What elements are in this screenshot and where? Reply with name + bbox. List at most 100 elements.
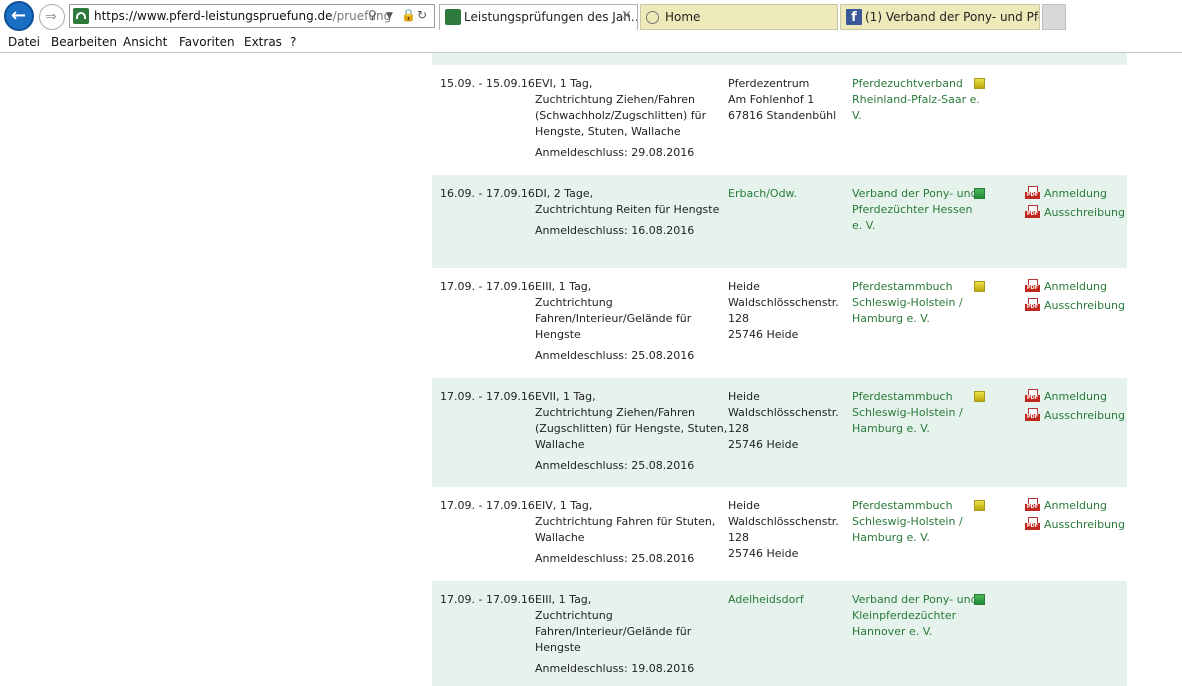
event-type: EIV, 1 Tag, Zuchtrichtung Fahren für Stut… (535, 498, 720, 567)
location-line: Heide (728, 280, 760, 293)
event-location[interactable]: Adelheidsdorf (728, 592, 843, 608)
pdf-label: PDF (1025, 523, 1040, 530)
lock-icon[interactable]: 🔒 (401, 8, 416, 22)
document-links: PDF Anmeldung PDF Ausschreibung (1025, 279, 1125, 317)
type-line: Zuchtrichtung Reiten für Hengste (535, 203, 720, 216)
close-icon[interactable]: × (621, 8, 632, 23)
home-favicon-icon (646, 11, 659, 24)
menu-extras[interactable]: Extras (244, 35, 282, 49)
status-indicator-icon (974, 188, 985, 199)
location-line: 128 (728, 531, 749, 544)
pdf-label: PDF (1025, 414, 1040, 421)
chevron-down-icon[interactable]: ▼ (386, 11, 393, 21)
date-text: 16.09. - 17.09.16 (440, 187, 535, 200)
pdf-label: PDF (1025, 211, 1040, 218)
type-line: EIII, 1 Tag, (535, 280, 592, 293)
back-button[interactable]: ← (4, 1, 34, 31)
registration-deadline: Anmeldeschluss: 25.08.2016 (535, 459, 695, 472)
pdf-icon: PDF (1025, 205, 1040, 220)
ausschreibung-link[interactable]: PDF Ausschreibung (1025, 205, 1125, 224)
pdf-icon: PDF (1025, 298, 1040, 313)
anmeldung-link[interactable]: PDF Anmeldung (1025, 186, 1125, 205)
link-label: Anmeldung (1044, 187, 1107, 200)
table-row: 17.09. - 17.09.16 EIV, 1 Tag, Zuchtrichtun… (432, 487, 1127, 581)
location-line: Adelheidsdorf (728, 593, 804, 606)
pdf-label: PDF (1025, 504, 1040, 511)
link-label: Ausschreibung (1044, 409, 1125, 422)
type-line: (Zugschlitten) für Hengste, Stuten, (535, 422, 728, 435)
events-table: 15.09. - 15.09.16 EVI, 1 Tag, Zuchtrichtun… (432, 53, 1127, 686)
type-line: Zuchtrichtung Ziehen/Fahren (535, 93, 695, 106)
organizer-line: e. V. (852, 219, 876, 232)
event-date: 16.09. - 17.09.16 (440, 186, 535, 202)
type-line: EVI, 1 Tag, (535, 77, 593, 90)
site-favicon-icon (73, 8, 89, 24)
organizer-line: Pferdezüchter Hessen (852, 203, 973, 216)
tab-leistungspruefungen[interactable]: Leistungsprüfungen des Jah… × (439, 4, 638, 30)
event-type: EVII, 1 Tag, Zuchtrichtung Ziehen/Fahren (… (535, 389, 728, 474)
organizer-line: Hamburg e. V. (852, 312, 930, 325)
ausschreibung-link[interactable]: PDF Ausschreibung (1025, 298, 1125, 317)
new-tab-button[interactable] (1042, 4, 1066, 30)
search-icon[interactable]: ⚲ (368, 8, 377, 22)
anmeldung-link[interactable]: PDF Anmeldung (1025, 498, 1125, 517)
organizer-line: Pferdestammbuch (852, 280, 953, 293)
url-text[interactable]: https://www.pferd-leistungspruefung.de/p… (94, 9, 391, 23)
forward-button[interactable]: ⇒ (39, 4, 65, 30)
organizer-line: Hannover e. V. (852, 625, 933, 638)
menu-help[interactable]: ? (290, 35, 296, 49)
menu-bearbeiten[interactable]: Bearbeiten (51, 35, 117, 49)
anmeldung-link[interactable]: PDF Anmeldung (1025, 389, 1125, 408)
date-text: 17.09. - 17.09.16 (440, 390, 535, 403)
location-line: Erbach/Odw. (728, 187, 798, 200)
table-row: 15.09. - 15.09.16 EVI, 1 Tag, Zuchtrichtun… (432, 65, 1127, 175)
document-links: PDF Anmeldung PDF Ausschreibung (1025, 186, 1125, 224)
status-indicator-icon (974, 594, 985, 605)
pdf-label: PDF (1025, 304, 1040, 311)
tab-label: Leistungsprüfungen des Jah… (464, 10, 638, 24)
tab-home[interactable]: Home (640, 4, 838, 30)
organizer-link[interactable]: Pferdestammbuch Schleswig-Holstein / Hambu… (852, 389, 974, 437)
location-line: Waldschlösschenstr. (728, 515, 839, 528)
organizer-link[interactable]: Pferdestammbuch Schleswig-Holstein / Hambu… (852, 498, 974, 546)
browser-chrome: ← ⇒ https://www.pferd-leistungspruefung.… (0, 0, 1182, 34)
table-row: 17.09. - 17.09.16 EIII, 1 Tag, Zuchtrichtu… (432, 268, 1127, 378)
tab-label: (1) Verband der Pony- und Pfer… (865, 10, 1039, 24)
type-line: Zuchtrichtung (535, 609, 613, 622)
organizer-link[interactable]: Verband der Pony- und Pferdezüchter Hesse… (852, 186, 978, 234)
organizer-link[interactable]: Verband der Pony- und Kleinpferdezüchter H… (852, 592, 978, 640)
type-line: EIV, 1 Tag, (535, 499, 593, 512)
tab-facebook[interactable]: f (1) Verband der Pony- und Pfer… (840, 4, 1040, 30)
refresh-icon[interactable]: ↻ (417, 8, 427, 22)
type-line: Fahren/Interieur/Gelände für (535, 312, 692, 325)
menu-favoriten[interactable]: Favoriten (179, 35, 235, 49)
address-bar[interactable]: https://www.pferd-leistungspruefung.de/p… (69, 4, 435, 28)
anmeldung-link[interactable]: PDF Anmeldung (1025, 279, 1125, 298)
type-line: EIII, 1 Tag, (535, 593, 592, 606)
organizer-link[interactable]: Pferdestammbuch Schleswig-Holstein / Hambu… (852, 279, 974, 327)
ausschreibung-link[interactable]: PDF Ausschreibung (1025, 517, 1125, 536)
event-location[interactable]: Erbach/Odw. (728, 186, 843, 202)
status-indicator-icon (974, 281, 985, 292)
location-line: 25746 Heide (728, 547, 799, 560)
link-label: Ausschreibung (1044, 299, 1125, 312)
date-text: 17.09. - 17.09.16 (440, 499, 535, 512)
location-line: Am Fohlenhof 1 (728, 93, 815, 106)
organizer-line: Pferdezuchtverband (852, 77, 963, 90)
ausschreibung-link[interactable]: PDF Ausschreibung (1025, 408, 1125, 427)
organizer-link[interactable]: Pferdezuchtverband Rheinland-Pfalz-Saar e… (852, 76, 980, 124)
table-row-partial (432, 53, 1127, 65)
site-favicon-icon (445, 9, 461, 25)
organizer-line: Schleswig-Holstein / (852, 515, 963, 528)
menu-ansicht[interactable]: Ansicht (123, 35, 167, 49)
organizer-line: Schleswig-Holstein / (852, 296, 963, 309)
event-location: Heide Waldschlösschenstr. 128 25746 Heide (728, 279, 843, 343)
type-line: Wallache (535, 438, 585, 451)
organizer-line: Hamburg e. V. (852, 422, 930, 435)
pdf-icon: PDF (1025, 389, 1040, 404)
location-line: 128 (728, 422, 749, 435)
pdf-icon: PDF (1025, 408, 1040, 423)
event-type: EIII, 1 Tag, Zuchtrichtung Fahren/Interieu… (535, 279, 720, 364)
menu-datei[interactable]: Datei (8, 35, 40, 49)
registration-deadline: Anmeldeschluss: 25.08.2016 (535, 552, 695, 565)
